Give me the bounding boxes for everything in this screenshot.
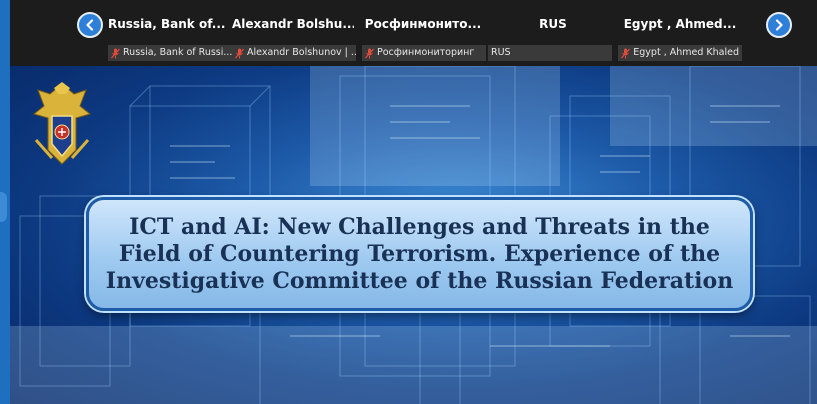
- muted-mic-icon: [365, 48, 374, 58]
- chevron-right-icon: [775, 19, 783, 31]
- participant-label-text: RUS: [491, 47, 511, 58]
- participant-tile[interactable]: Egypt , Ahmed... Egypt , Ahmed Khaled: [618, 0, 742, 62]
- participant-name: Alexandr Bolshu...: [232, 17, 354, 31]
- previous-participants-button[interactable]: [77, 12, 103, 38]
- participant-tile[interactable]: Alexandr Bolshu... Alexandr Bolshunov | …: [232, 0, 356, 62]
- participant-tile[interactable]: Росфинмонито... Росфинмониторинг: [362, 0, 486, 62]
- muted-mic-icon: [621, 48, 631, 58]
- participant-name: Russia, Bank of...: [108, 17, 225, 31]
- side-panel-toggle[interactable]: [0, 192, 7, 222]
- participants-strip: Russia, Bank of... Russia, Bank of Russi…: [10, 0, 817, 66]
- chevron-left-icon: [86, 19, 94, 31]
- investigative-committee-emblem: [32, 82, 92, 165]
- participant-label-text: Russia, Bank of Russi...: [123, 47, 232, 58]
- participant-name: Egypt , Ahmed...: [623, 17, 737, 31]
- participant-label-text: Alexandr Bolshunov | ...: [247, 47, 356, 58]
- participant-tile[interactable]: RUS RUS: [488, 0, 618, 62]
- participant-label: Egypt , Ahmed Khaled: [618, 45, 742, 61]
- participant-name: RUS: [539, 17, 567, 31]
- participant-name: Росфинмонито...: [364, 17, 482, 31]
- participant-label: Russia, Bank of Russi...: [108, 45, 232, 61]
- participant-label-text: Росфинмониторинг: [377, 47, 475, 58]
- participant-label: RUS: [488, 45, 612, 61]
- muted-mic-icon: [235, 48, 244, 58]
- next-participants-button[interactable]: [766, 12, 792, 38]
- slide-title: ICT and AI: New Challenges and Threats i…: [105, 213, 734, 294]
- participant-label: Alexandr Bolshunov | ...: [232, 45, 356, 61]
- participant-label: Росфинмониторинг: [362, 45, 486, 61]
- slide-title-box: ICT and AI: New Challenges and Threats i…: [86, 197, 753, 311]
- muted-mic-icon: [111, 48, 120, 58]
- participant-tile[interactable]: Russia, Bank of... Russia, Bank of Russi…: [108, 0, 232, 62]
- video-conference-window: Russia, Bank of... Russia, Bank of Russi…: [0, 0, 817, 404]
- shared-screen: ICT and AI: New Challenges and Threats i…: [10, 66, 817, 404]
- participant-label-text: Egypt , Ahmed Khaled: [633, 47, 739, 58]
